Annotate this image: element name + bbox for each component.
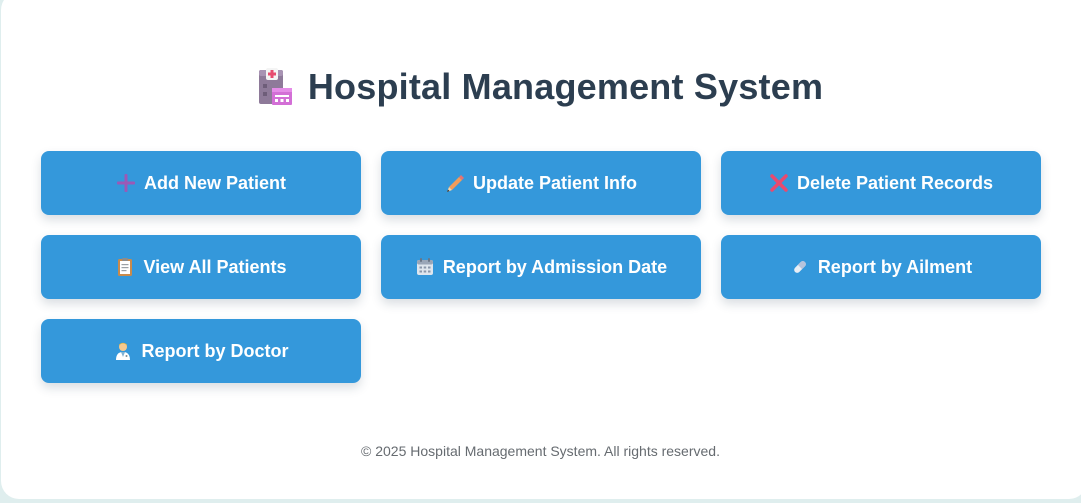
pencil-icon [445, 173, 465, 193]
report-by-doctor-button[interactable]: Report by Doctor [41, 319, 361, 383]
report-by-ailment-label: Report by Ailment [817, 256, 973, 277]
add-new-patient-button[interactable]: Add New Patient [41, 151, 361, 215]
report-by-admission-date-label: Report by Admission Date [442, 256, 668, 277]
clipboard-icon [115, 257, 135, 277]
doctor-icon [113, 341, 133, 361]
footer-copyright: © 2025 Hospital Management System. All r… [361, 443, 720, 459]
report-by-doctor-label: Report by Doctor [141, 340, 289, 361]
update-patient-info-label: Update Patient Info [472, 172, 637, 193]
view-all-patients-button[interactable]: View All Patients [41, 235, 361, 299]
cross-mark-icon [769, 173, 789, 193]
hospital-icon [258, 68, 292, 105]
report-by-ailment-button[interactable]: Report by Ailment [721, 235, 1041, 299]
report-by-admission-date-button[interactable]: Report by Admission Date [381, 235, 701, 299]
add-new-patient-label: Add New Patient [143, 172, 286, 193]
plus-icon [116, 173, 136, 193]
pill-icon [790, 257, 810, 277]
view-all-patients-label: View All Patients [143, 256, 287, 277]
delete-patient-records-button[interactable]: Delete Patient Records [721, 151, 1041, 215]
delete-patient-records-label: Delete Patient Records [796, 172, 994, 193]
update-patient-info-button[interactable]: Update Patient Info [381, 151, 701, 215]
calendar-icon [415, 257, 435, 277]
page-header: Hospital Management System [0, 66, 1081, 108]
page-title: Hospital Management System [307, 66, 824, 107]
